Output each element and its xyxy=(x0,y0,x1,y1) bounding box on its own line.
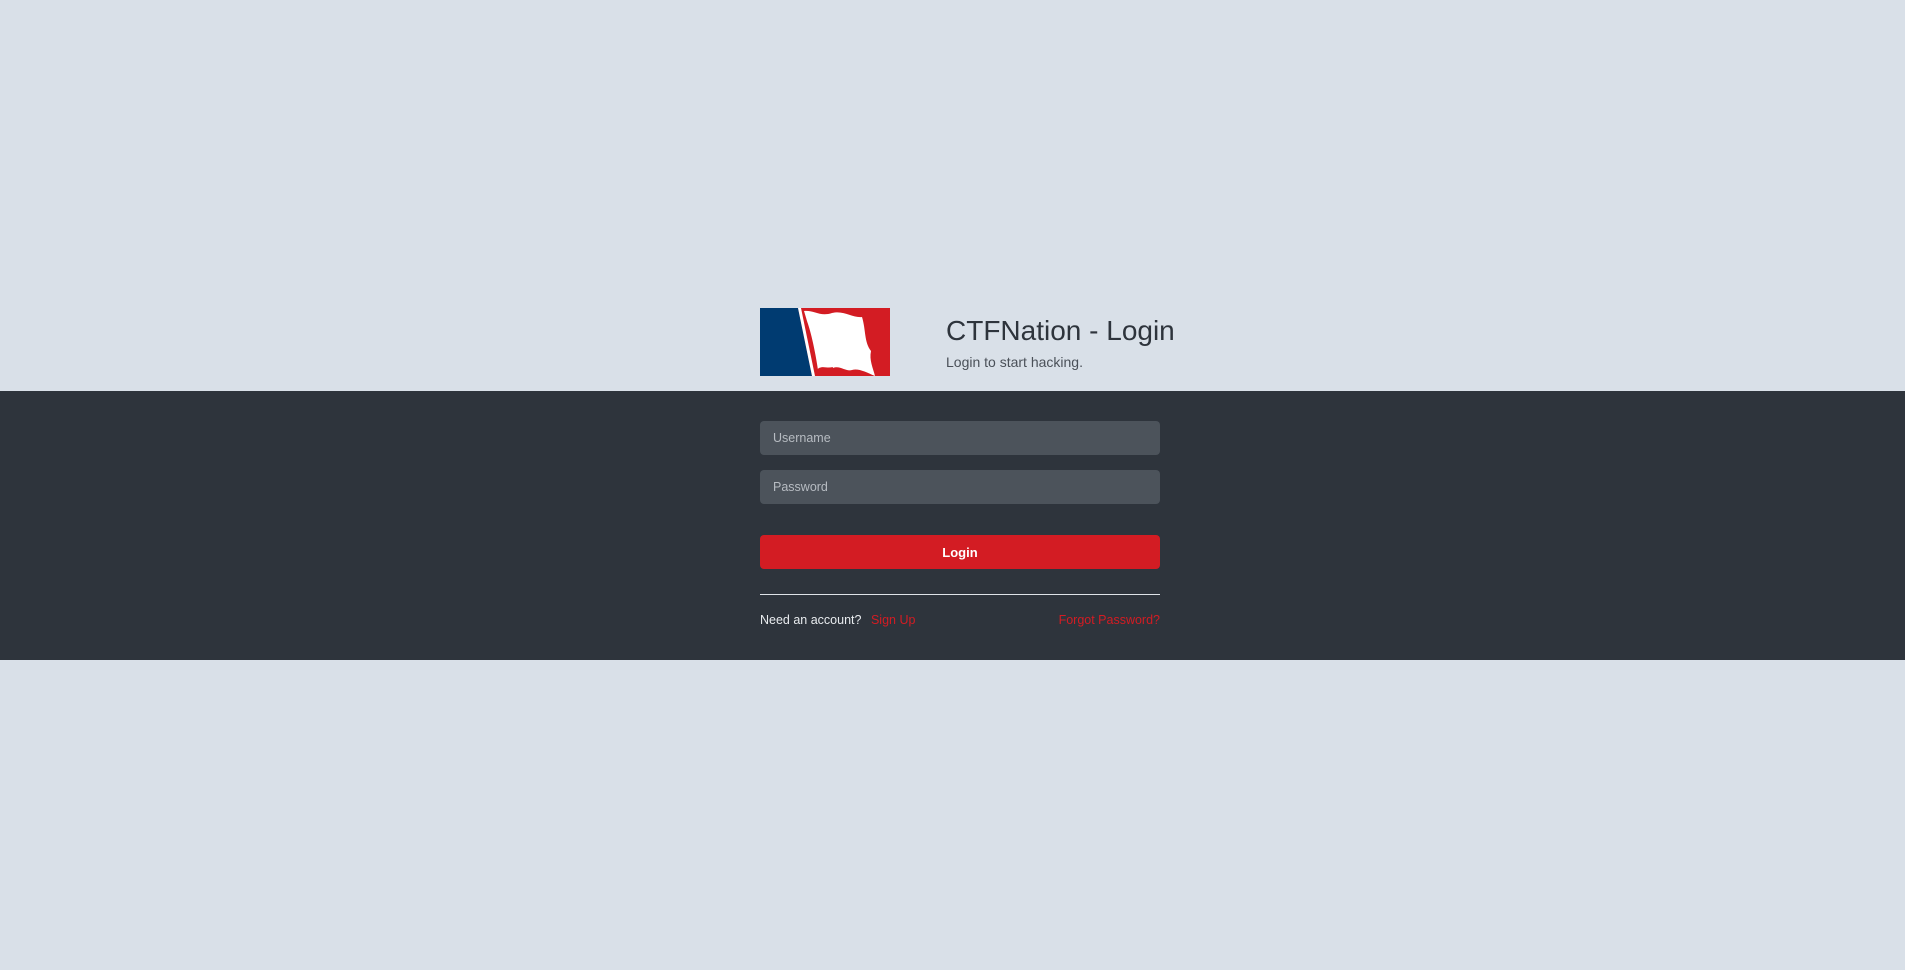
page-title: CTFNation - Login xyxy=(946,315,1175,346)
password-input[interactable] xyxy=(760,470,1160,504)
login-footer: Need an account? Sign Up Forgot Password… xyxy=(760,613,1160,629)
login-form: Login Need an account? Sign Up Forgot Pa… xyxy=(760,421,1160,629)
need-account-text: Need an account? xyxy=(760,613,862,627)
username-input[interactable] xyxy=(760,421,1160,455)
signup-link[interactable]: Sign Up xyxy=(871,613,915,627)
forgot-password-link[interactable]: Forgot Password? xyxy=(1059,613,1160,627)
login-panel: Login Need an account? Sign Up Forgot Pa… xyxy=(0,391,1905,660)
page-subtitle: Login to start hacking. xyxy=(946,354,1083,370)
login-header: CTFNation - Login Login to start hacking… xyxy=(760,308,1175,376)
login-button[interactable]: Login xyxy=(760,535,1160,569)
divider xyxy=(760,594,1160,595)
flag-logo-icon xyxy=(760,308,890,376)
